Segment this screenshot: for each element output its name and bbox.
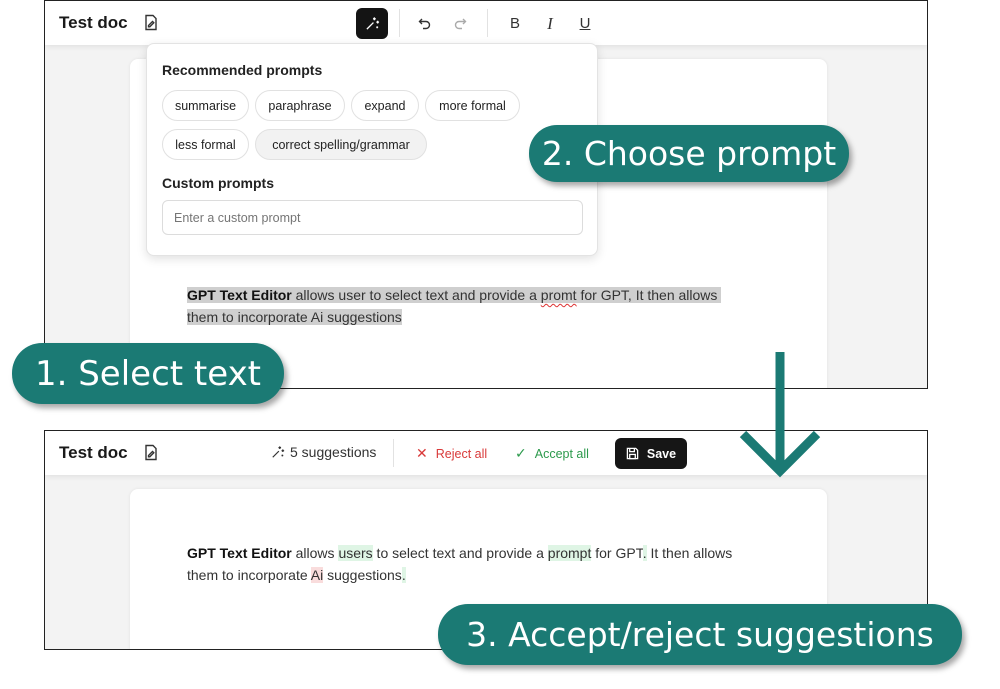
toolbar-divider bbox=[399, 9, 400, 37]
accept-all-button[interactable]: ✓ Accept all bbox=[515, 445, 589, 462]
underline-button[interactable]: U bbox=[569, 8, 601, 39]
bold-button[interactable]: B bbox=[499, 8, 531, 39]
editor-before-screenshot: Test doc B I U GPT Text Editor allows us… bbox=[44, 0, 928, 389]
suggestion-delete[interactable]: Ai bbox=[310, 566, 324, 583]
bold-phrase: GPT Text Editor bbox=[187, 287, 292, 303]
underline-icon: U bbox=[579, 15, 591, 32]
italic-icon: I bbox=[547, 13, 553, 33]
ai-prompt-button[interactable] bbox=[356, 8, 388, 39]
chip-less-formal[interactable]: less formal bbox=[162, 129, 249, 160]
document-text[interactable]: GPT Text Editor allows users to select t… bbox=[187, 543, 732, 586]
custom-prompt-input[interactable] bbox=[162, 200, 583, 235]
save-button[interactable]: Save bbox=[615, 438, 687, 469]
document-title[interactable]: Test doc bbox=[59, 443, 128, 463]
editor-toolbar: Test doc B I U bbox=[45, 1, 927, 45]
down-arrow-icon bbox=[739, 352, 821, 478]
italic-button[interactable]: I bbox=[534, 8, 566, 39]
chip-correct-spelling[interactable]: correct spelling/grammar bbox=[255, 129, 427, 160]
callout-accept-reject: 3. Accept/reject suggestions bbox=[438, 604, 962, 665]
chip-summarise[interactable]: summarise bbox=[162, 90, 249, 121]
reject-all-button[interactable]: ✕ Reject all bbox=[416, 445, 487, 462]
bold-phrase: GPT Text Editor bbox=[187, 545, 292, 561]
floppy-disk-icon bbox=[626, 447, 639, 460]
misspelled-word[interactable]: promt bbox=[541, 287, 577, 303]
redo-icon bbox=[454, 18, 467, 29]
check-icon: ✓ bbox=[515, 445, 527, 461]
suggestion-insert[interactable]: prompt bbox=[547, 545, 592, 561]
chip-more-formal[interactable]: more formal bbox=[425, 90, 520, 121]
suggestion-insert[interactable]: . bbox=[401, 566, 406, 583]
toolbar-divider bbox=[487, 9, 488, 37]
selected-text-line-2[interactable]: them to incorporate Ai suggestions bbox=[187, 308, 402, 325]
document-title[interactable]: Test doc bbox=[59, 13, 128, 33]
undo-icon bbox=[418, 18, 431, 29]
ai-sparkle-icon bbox=[365, 17, 379, 30]
bold-icon: B bbox=[509, 15, 520, 32]
callout-choose-prompt: 2. Choose prompt bbox=[529, 125, 849, 182]
suggestion-insert[interactable]: users bbox=[338, 545, 373, 561]
selected-text-line-1[interactable]: GPT Text Editor allows user to select te… bbox=[187, 287, 722, 303]
document-edit-icon[interactable] bbox=[143, 14, 159, 31]
chip-paraphrase[interactable]: paraphrase bbox=[255, 90, 345, 121]
close-icon: ✕ bbox=[416, 445, 428, 461]
document-text[interactable]: GPT Text Editor allows user to select te… bbox=[187, 285, 722, 328]
chip-expand[interactable]: expand bbox=[351, 90, 419, 121]
recommended-prompts-heading: Recommended prompts bbox=[162, 62, 323, 78]
custom-prompts-heading: Custom prompts bbox=[162, 175, 274, 191]
toolbar-divider bbox=[393, 439, 394, 467]
undo-button[interactable] bbox=[409, 8, 441, 39]
redo-button[interactable] bbox=[444, 8, 476, 39]
document-edit-icon[interactable] bbox=[143, 444, 159, 461]
suggestions-count: 5 suggestions bbox=[271, 444, 376, 460]
ai-sparkle-icon bbox=[272, 446, 285, 458]
callout-select-text: 1. Select text bbox=[12, 343, 284, 404]
